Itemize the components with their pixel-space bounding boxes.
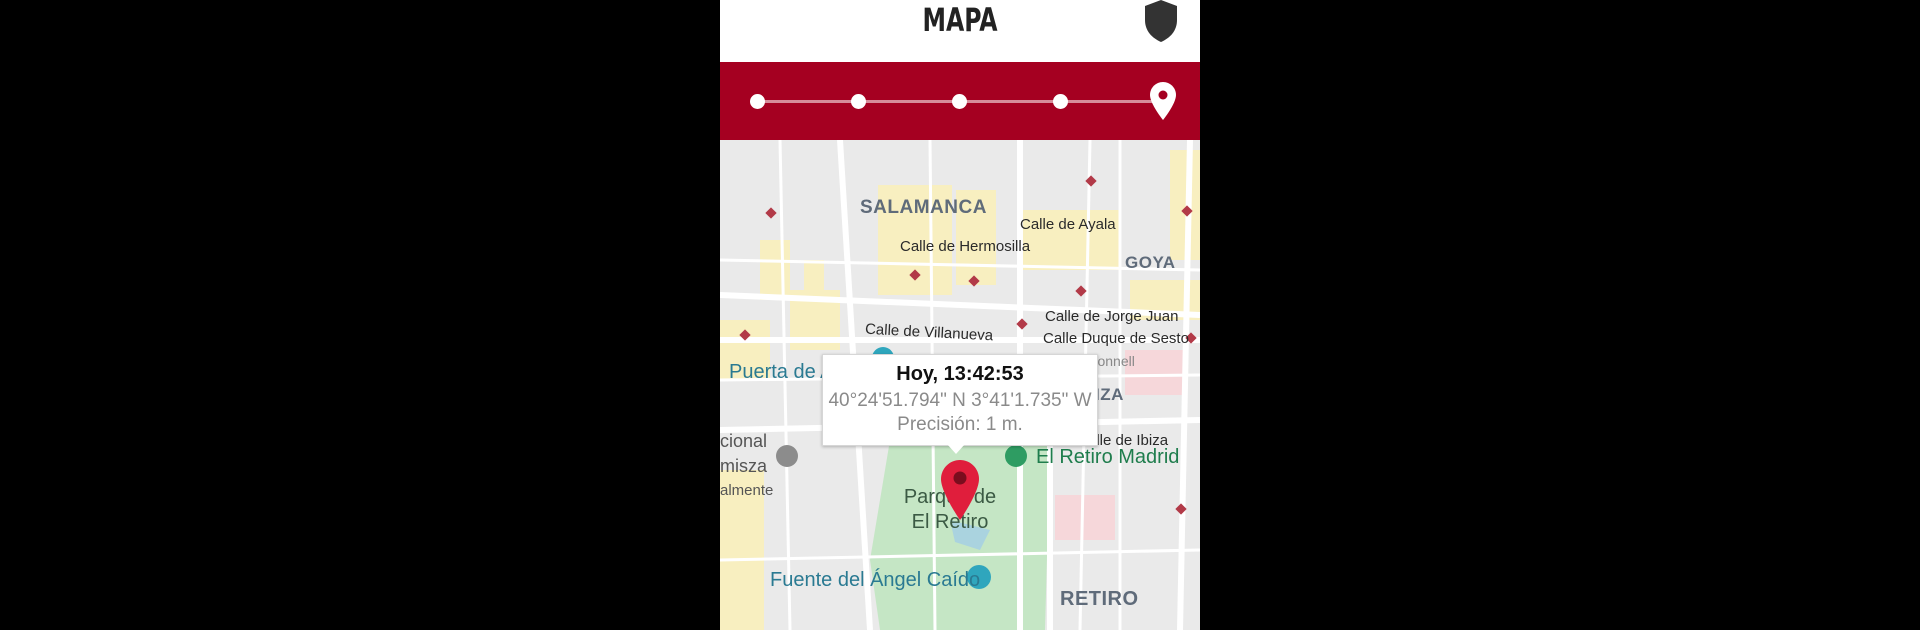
location-popup[interactable]: Hoy, 13:42:53 40°24'51.794" N 3°41'1.735…	[822, 354, 1098, 446]
page-title: MAPA	[922, 1, 998, 39]
popup-coordinates: 40°24'51.794" N 3°41'1.735" W	[828, 390, 1092, 411]
poi-museo-line1: cional	[720, 431, 768, 451]
poi-museo-line3: almente	[720, 482, 774, 499]
poi-puerta[interactable]: Puerta de A	[729, 361, 834, 384]
street-jorge-juan: Calle de Jorge Juan	[1045, 308, 1179, 325]
popup-time: Hoy, 13:42:53	[896, 363, 1024, 385]
district-goya: GOYA	[1125, 253, 1176, 272]
step-dot-1[interactable]	[750, 94, 765, 109]
location-marker-icon[interactable]	[941, 460, 979, 520]
poi-museo-line2: misza	[720, 456, 768, 476]
popup-tail	[947, 444, 965, 454]
app-screen: MAPA SALAMANCA GOYA RETIRO IZA Calle de …	[720, 0, 1200, 630]
district-retiro: RETIRO	[1060, 588, 1139, 610]
popup-precision: Precisión: 1 m.	[897, 414, 1023, 435]
street-duque-sesto: Calle Duque de Sesto	[1043, 330, 1189, 347]
step-dot-4[interactable]	[1053, 94, 1068, 109]
app-header: MAPA	[720, 0, 1200, 62]
step-dot-2[interactable]	[851, 94, 866, 109]
progress-stepper	[720, 62, 1200, 140]
street-ayala: Calle de Ayala	[1020, 216, 1116, 233]
poi-retiro-madrid[interactable]: El Retiro Madrid	[1036, 446, 1179, 469]
step-dot-3[interactable]	[952, 94, 967, 109]
poi-fuente[interactable]: Fuente del Ángel Caído	[770, 569, 980, 592]
district-partial: IZA	[1095, 385, 1124, 404]
street-hermosilla: Calle de Hermosilla	[900, 238, 1031, 255]
district-salamanca: SALAMANCA	[860, 197, 987, 218]
shield-icon[interactable]	[1144, 0, 1178, 42]
location-pin-icon[interactable]	[1150, 82, 1176, 120]
